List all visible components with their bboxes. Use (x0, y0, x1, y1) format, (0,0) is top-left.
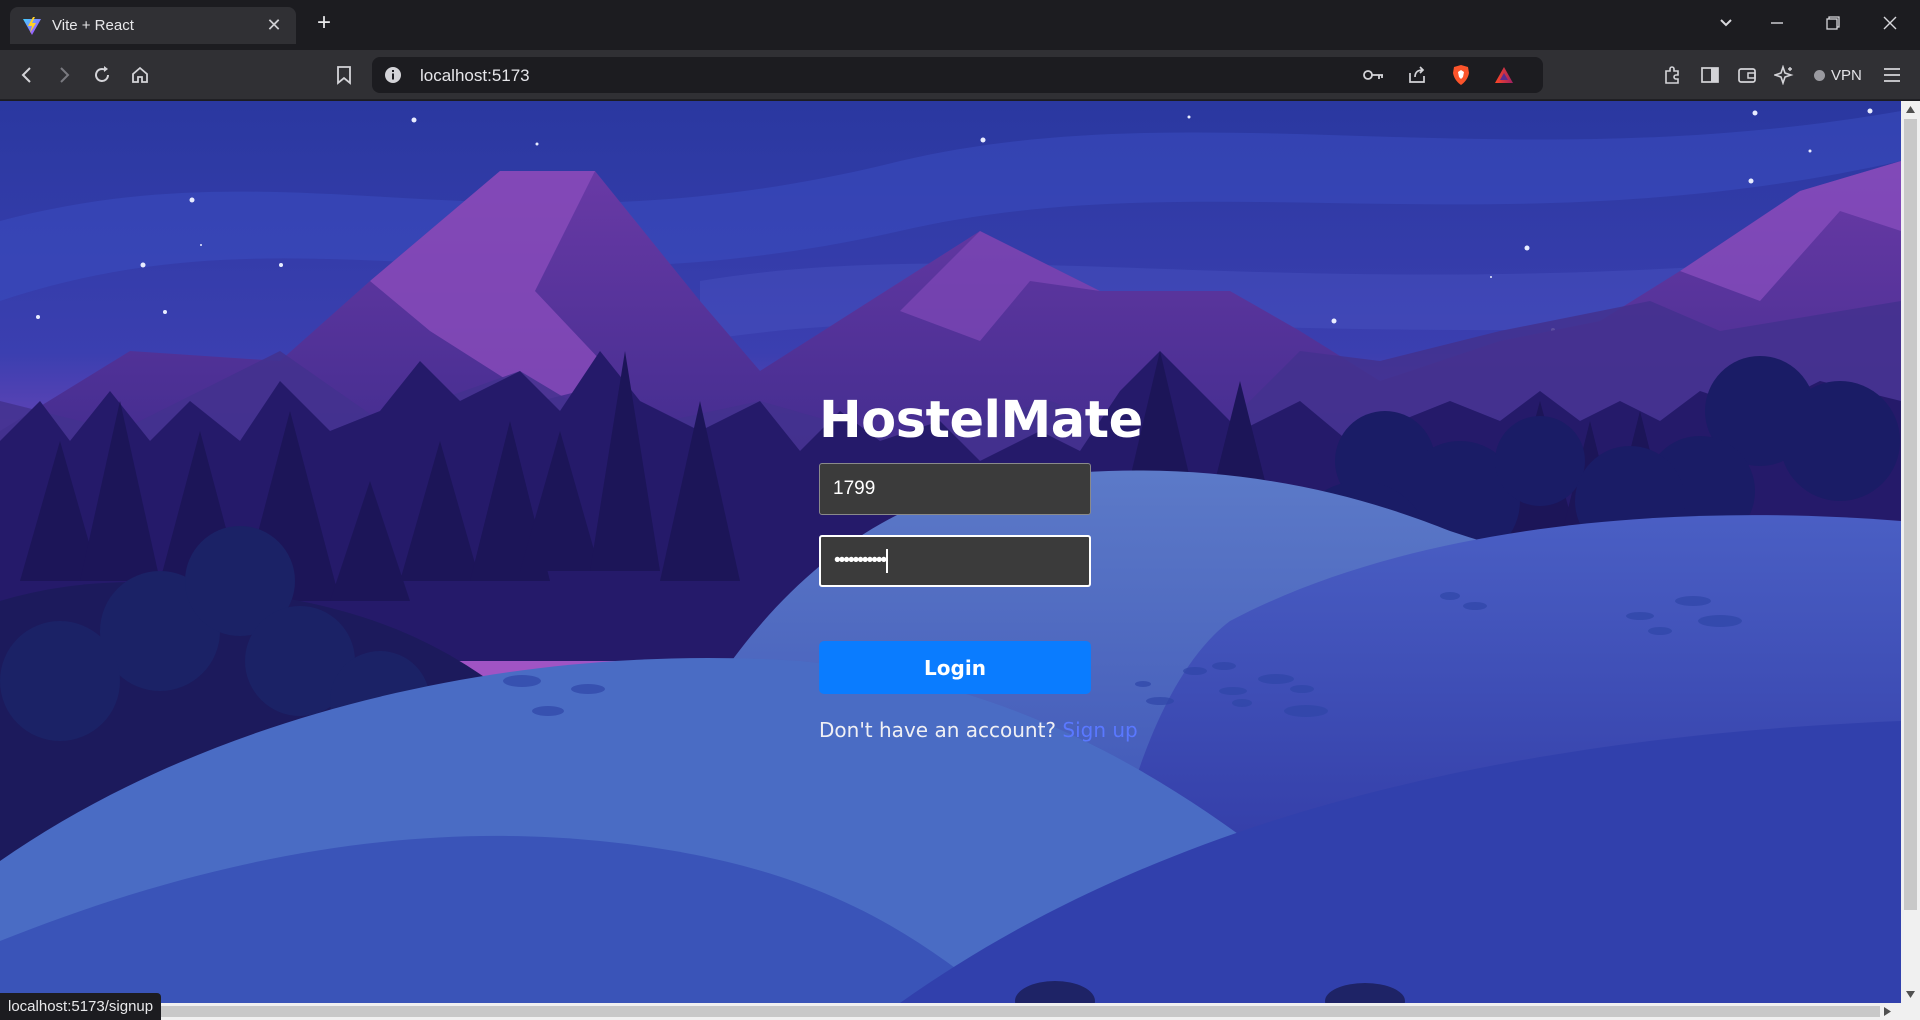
brave-rewards-icon[interactable] (1493, 64, 1515, 86)
tab-title: Vite + React (52, 17, 134, 34)
leo-ai-icon[interactable] (1770, 61, 1798, 89)
tab-strip: Vite + React ✕ + (0, 0, 1920, 50)
forward-icon[interactable] (50, 61, 78, 89)
horizontal-scrollbar[interactable] (0, 1003, 1920, 1020)
vpn-label: VPN (1831, 66, 1862, 84)
username-input[interactable]: 1799 (819, 463, 1091, 515)
reload-icon[interactable] (88, 61, 116, 89)
bookmark-icon[interactable] (330, 61, 358, 89)
extensions-icon[interactable] (1658, 61, 1686, 89)
scroll-right-icon[interactable] (1884, 1007, 1891, 1016)
signup-link[interactable]: Sign up (1062, 718, 1137, 742)
sidebar-icon[interactable] (1696, 61, 1724, 89)
page-viewport: HostelMate 1799 ••••••••••• Login Don't … (0, 101, 1901, 1003)
brave-shields-icon[interactable] (1450, 64, 1472, 86)
status-bar-url: localhost:5173/signup (0, 993, 162, 1020)
signup-prompt: Don't have an account? (819, 718, 1057, 742)
password-value: ••••••••••• (834, 550, 887, 571)
browser-toolbar: localhost:5173 VPN (0, 50, 1920, 100)
new-tab-icon[interactable]: + (312, 11, 336, 36)
back-icon[interactable] (13, 61, 41, 89)
password-key-icon[interactable] (1363, 64, 1385, 86)
home-icon[interactable] (126, 61, 154, 89)
minimize-icon[interactable] (1762, 12, 1792, 36)
username-value: 1799 (833, 478, 876, 499)
vertical-scroll-thumb[interactable] (1904, 119, 1917, 910)
url-text[interactable]: localhost:5173 (420, 66, 530, 86)
restore-icon[interactable] (1818, 12, 1848, 36)
signup-prompt-line: Don't have an account? Sign up (819, 718, 1138, 742)
password-input[interactable]: ••••••••••• (819, 535, 1091, 587)
vpn-button[interactable]: VPN (1806, 60, 1870, 90)
close-tab-icon[interactable]: ✕ (264, 15, 284, 36)
site-info-icon[interactable] (384, 66, 402, 84)
vite-logo-icon (23, 16, 41, 35)
scroll-down-icon[interactable] (1906, 991, 1915, 998)
vpn-status-icon (1814, 69, 1825, 81)
horizontal-scroll-thumb[interactable] (160, 1006, 1880, 1017)
scroll-up-icon[interactable] (1906, 106, 1915, 113)
browser-tab[interactable]: Vite + React ✕ (10, 7, 296, 44)
login-button[interactable]: Login (819, 641, 1091, 694)
app-title: HostelMate (819, 391, 1143, 450)
login-form: HostelMate 1799 ••••••••••• Login Don't … (819, 391, 1143, 742)
text-caret (886, 549, 889, 573)
vertical-scrollbar[interactable] (1901, 101, 1920, 1003)
address-bar[interactable]: localhost:5173 (372, 57, 1543, 93)
tab-search-chevron-icon[interactable] (1711, 12, 1741, 36)
menu-icon[interactable] (1878, 61, 1906, 89)
close-window-icon[interactable] (1875, 12, 1905, 36)
share-icon[interactable] (1406, 64, 1428, 86)
wallet-icon[interactable] (1733, 61, 1761, 89)
